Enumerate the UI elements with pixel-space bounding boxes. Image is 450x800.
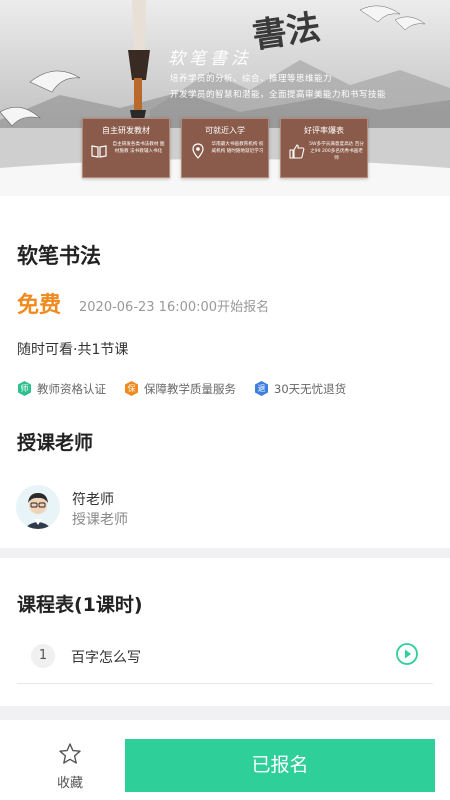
feature-card-materials: 自主研发教材 自主研发各类书法教材 图材施教 法书教辅入书化 <box>82 118 170 178</box>
teacher-badge-icon: 师 <box>17 381 32 396</box>
teacher-section-title: 授课老师 <box>17 432 94 454</box>
guarantee-text: 教师资格认证 <box>37 382 106 396</box>
bottom-action-bar: 收藏 已报名 <box>0 730 450 800</box>
course-title: 软笔书法 <box>17 244 101 268</box>
feature-card-desc: 5W多学员满意度高达 百分之99 200多名优秀书画老师 <box>309 142 364 161</box>
guarantee-text: 30天无忧退货 <box>274 382 347 396</box>
feature-card-title: 可就近入学 <box>205 126 245 135</box>
feature-card-desc: 自主研发各类书法教材 图材施教 法书教辅入书化 <box>112 142 165 154</box>
feature-cards: 自主研发教材 自主研发各类书法教材 图材施教 法书教辅入书化 可就近入学 华南最… <box>82 118 368 180</box>
feature-card-title: 自主研发教材 <box>102 126 150 135</box>
schedule-section-title: 课程表(1课时) <box>17 594 143 616</box>
section-divider <box>0 706 450 720</box>
teacher-role: 授课老师 <box>72 512 128 528</box>
lesson-name: 百字怎么写 <box>71 650 141 666</box>
favorite-label: 收藏 <box>56 776 83 791</box>
feature-card-title: 好评率爆表 <box>304 126 344 135</box>
location-pin-icon <box>192 143 204 159</box>
banner-slogan-line-2: 开发学员的智慧和潜能，全面提高审美能力和书写技能 <box>170 90 387 100</box>
price-label: 免费 <box>17 293 62 318</box>
thumbs-up-icon <box>289 144 305 159</box>
favorite-button[interactable]: 收藏 <box>40 740 100 796</box>
lesson-number: 1 <box>31 644 55 668</box>
banner-calligraphy-text: 書法 <box>250 7 323 57</box>
teacher-avatar[interactable] <box>16 485 60 529</box>
guarantee-text: 保障教学质量服务 <box>144 382 236 396</box>
feature-card-desc: 华南最大书画教育机构 权威机构 随时随地就近学习 <box>211 142 264 154</box>
star-icon <box>59 743 81 764</box>
feature-card-rating: 好评率爆表 5W多学员满意度高达 百分之99 200多名优秀书画老师 <box>280 118 368 178</box>
enrolled-button[interactable]: 已报名 <box>125 739 435 792</box>
teacher-name: 符老师 <box>72 492 114 508</box>
enroll-start-time: 2020-06-23 16:00:00开始报名 <box>79 300 270 315</box>
lesson-summary: 随时可看·共1节课 <box>17 342 129 358</box>
refund-badge-icon: 退 <box>254 381 269 396</box>
section-divider <box>0 548 450 558</box>
feature-card-nearby: 可就近入学 华南最大书画教育机构 权威机构 随时随地就近学习 <box>181 118 269 178</box>
lesson-row[interactable]: 1 百字怎么写 <box>17 636 433 684</box>
banner-slogan-line-1: 培养学员的分析、综合、推理等思维能力 <box>170 74 333 84</box>
play-icon[interactable] <box>395 642 419 666</box>
quality-badge-icon: 保 <box>124 381 139 396</box>
course-banner: 書法 软笔書法 培养学员的分析、综合、推理等思维能力 开发学员的智慧和潜能，全面… <box>0 0 450 196</box>
banner-title: 软笔書法 <box>168 49 252 69</box>
book-icon <box>91 145 107 158</box>
